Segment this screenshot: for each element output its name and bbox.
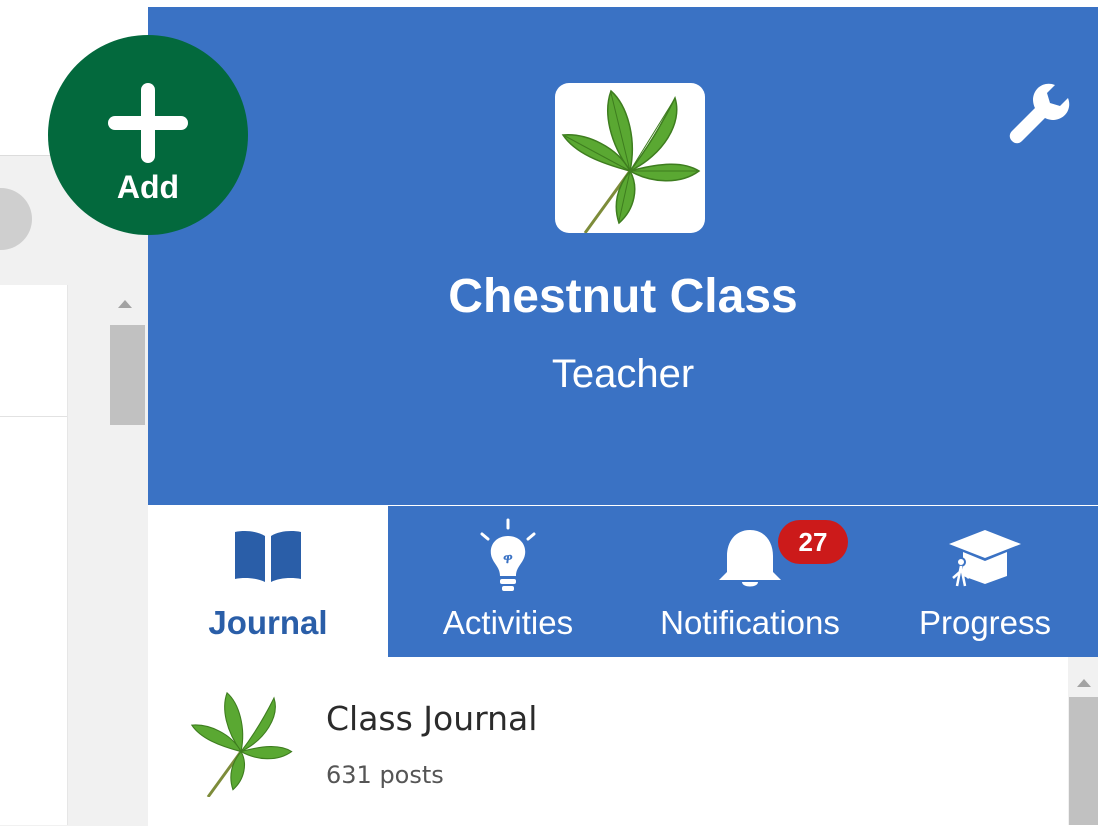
plus-icon xyxy=(108,83,188,163)
left-card xyxy=(0,285,68,825)
tab-label: Notifications xyxy=(660,604,840,641)
journal-title: Class Journal xyxy=(326,699,538,738)
class-name: Chestnut Class xyxy=(448,270,798,323)
settings-button[interactable] xyxy=(1000,75,1070,145)
tab-bar: Journal ዋ Activities Notifications Progr… xyxy=(148,506,1098,657)
bell-icon xyxy=(715,526,785,597)
svg-text:ዋ: ዋ xyxy=(503,550,513,566)
notifications-badge: 27 xyxy=(778,520,848,564)
add-button[interactable]: Add xyxy=(48,35,248,235)
chestnut-leaf-icon xyxy=(561,89,701,233)
graduation-cap-icon xyxy=(945,526,1025,593)
scroll-up-arrow[interactable] xyxy=(118,300,132,308)
chestnut-leaf-icon xyxy=(186,687,296,798)
list-scrollbar-thumb[interactable] xyxy=(1069,697,1098,825)
tab-label: Journal xyxy=(208,604,328,641)
journal-post-count: 631 posts xyxy=(326,761,444,789)
book-icon xyxy=(231,528,305,589)
class-header: Chestnut Class Teacher xyxy=(148,7,1098,505)
add-button-label: Add xyxy=(116,169,180,205)
scroll-up-arrow[interactable] xyxy=(1077,679,1091,687)
lightbulb-icon: ዋ xyxy=(468,518,548,601)
tab-progress[interactable]: Progress xyxy=(872,506,1098,657)
tab-label: Progress xyxy=(918,604,1052,641)
left-scrollbar-thumb[interactable] xyxy=(110,325,145,425)
class-panel: Chestnut Class Teacher Journal ዋ Activit… xyxy=(148,7,1098,825)
tab-journal[interactable]: Journal xyxy=(148,506,388,657)
class-role: Teacher xyxy=(551,352,695,396)
journal-list: Class Journal 631 posts xyxy=(148,657,1098,825)
wrench-icon xyxy=(1009,83,1070,144)
tab-activities[interactable]: ዋ Activities xyxy=(388,506,628,657)
class-logo xyxy=(555,83,705,233)
tab-label: Activities xyxy=(442,604,574,641)
list-item[interactable]: Class Journal 631 posts xyxy=(148,657,1058,825)
divider xyxy=(0,416,67,417)
